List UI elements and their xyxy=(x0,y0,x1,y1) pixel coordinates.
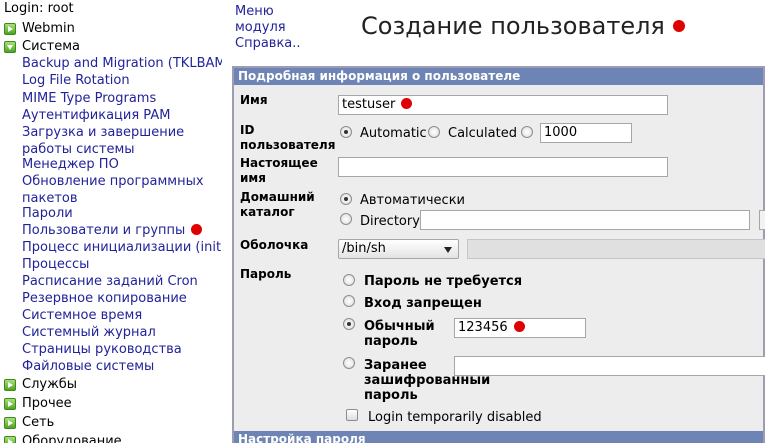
sidebar-item-backup[interactable]: Резервное копирование xyxy=(22,290,187,307)
home-directory-radio[interactable] xyxy=(340,213,352,225)
sidebar-item-processes[interactable]: Процессы xyxy=(22,256,89,273)
pw-normal-value: 123456 xyxy=(458,320,508,335)
shell-select-value: /bin/sh xyxy=(342,241,386,256)
section-header: Подробная информация о пользователе xyxy=(234,68,763,85)
module-menu-link[interactable]: Меню модуля xyxy=(235,4,301,36)
pw-normal-label: Обычный пароль xyxy=(364,319,435,349)
expand-icon[interactable] xyxy=(4,416,16,429)
uid-calculated-radio[interactable] xyxy=(428,126,440,138)
home-label: Домашний каталог xyxy=(240,190,315,219)
sidebar-item-users-groups[interactable]: Пользователи и группы xyxy=(22,222,203,239)
red-marker-icon xyxy=(191,224,203,235)
red-marker-icon xyxy=(513,321,525,332)
help-links: Меню модуля Справка.. xyxy=(235,4,301,52)
uid-calculated-label: Calculated xyxy=(448,126,517,141)
frame-divider[interactable] xyxy=(222,0,231,443)
sidebar-item-tklbam[interactable]: Backup and Migration (TKLBAM) xyxy=(22,55,222,72)
realname-input[interactable] xyxy=(338,157,668,177)
home-directory-input[interactable] xyxy=(420,210,750,230)
browse-button[interactable] xyxy=(759,210,765,230)
shell-select[interactable]: /bin/sh xyxy=(338,239,459,259)
uid-manual-radio[interactable] xyxy=(521,126,533,138)
category-label: Сеть xyxy=(22,415,55,430)
login-disabled-label: Login temporarily disabled xyxy=(368,410,542,425)
pw-encrypted-radio[interactable] xyxy=(343,357,355,369)
login-label: Login: root xyxy=(4,1,74,16)
username-input[interactable]: testuser xyxy=(338,95,668,115)
sidebar-item-passwords[interactable]: Пароли xyxy=(22,205,73,222)
password-label: Пароль xyxy=(240,267,292,281)
expand-icon[interactable] xyxy=(4,22,16,35)
pw-locked-label: Вход запрещен xyxy=(364,296,482,311)
pw-none-label: Пароль не требуется xyxy=(364,274,523,289)
collapse-icon[interactable] xyxy=(4,40,16,53)
sidebar-item-mime[interactable]: MIME Type Programs xyxy=(22,90,156,107)
sidebar-item-pam[interactable]: Аутентификация PAM xyxy=(22,107,170,124)
shell-other-input xyxy=(467,239,765,259)
uid-automatic-radio[interactable] xyxy=(340,126,352,138)
sidebar-item-man[interactable]: Страницы руководства xyxy=(22,341,182,358)
category-label: Webmin xyxy=(22,21,75,36)
shell-label: Оболочка xyxy=(240,238,309,252)
expand-icon[interactable] xyxy=(4,435,16,443)
category-label: Оборудование xyxy=(22,434,122,443)
uid-automatic-label: Automatic xyxy=(360,126,427,141)
category-net[interactable]: Сеть xyxy=(4,414,54,431)
category-label: Прочее xyxy=(22,396,72,411)
sidebar-item-updates[interactable]: Обновление программных пакетов xyxy=(22,173,222,207)
home-directory-label: Directory xyxy=(360,214,420,229)
red-marker-icon xyxy=(401,98,413,109)
sidebar-item-init[interactable]: Процесс инициализации (init) xyxy=(22,239,222,256)
help-link[interactable]: Справка.. xyxy=(235,36,301,52)
category-other[interactable]: Прочее xyxy=(4,395,72,412)
category-system[interactable]: Система xyxy=(4,38,80,55)
expand-icon[interactable] xyxy=(4,397,16,410)
section-header: Настройка пароля xyxy=(234,431,763,443)
sidebar-item-bootup[interactable]: Загрузка и завершение работы системы xyxy=(22,124,222,158)
red-marker-icon xyxy=(672,20,685,32)
sidebar-item-syslog[interactable]: Системный журнал xyxy=(22,324,156,341)
sidebar-item-log-rotation[interactable]: Log File Rotation xyxy=(22,72,130,89)
sidebar-item-label: Пользователи и группы xyxy=(22,223,186,238)
category-hardware[interactable]: Оборудование xyxy=(4,433,122,443)
pw-normal-input[interactable]: 123456 xyxy=(454,318,586,338)
category-label: Службы xyxy=(22,377,78,392)
page-title-text: Создание пользователя xyxy=(361,12,665,40)
link-text: модуля xyxy=(235,20,286,35)
login-disabled-checkbox[interactable] xyxy=(346,409,358,421)
sidebar-item-filesystems[interactable]: Файловые системы xyxy=(22,358,154,375)
uid-label: ID пользователя xyxy=(240,123,336,152)
pw-encrypted-input[interactable] xyxy=(454,356,765,376)
sidebar-item-time[interactable]: Системное время xyxy=(22,307,142,324)
sidebar-item-cron[interactable]: Расписание заданий Cron xyxy=(22,273,198,290)
category-label: Система xyxy=(22,39,81,54)
uid-input[interactable]: 1000 xyxy=(540,123,632,143)
username-label: Имя xyxy=(240,93,268,107)
page-title: Создание пользователя xyxy=(361,12,685,40)
content-frame: Меню модуля Справка.. Создание пользовате… xyxy=(231,0,765,443)
sidebar-item-software[interactable]: Менеджер ПО xyxy=(22,156,119,173)
left-nav-frame: Login: root Webmin Система Backup and Mi… xyxy=(0,0,222,443)
category-services[interactable]: Службы xyxy=(4,376,77,393)
home-auto-label: Автоматически xyxy=(360,193,466,208)
link-text: Меню xyxy=(235,4,274,19)
category-webmin[interactable]: Webmin xyxy=(4,20,75,37)
user-details-panel: Подробная информация о пользователе Имя … xyxy=(232,66,765,443)
chevron-down-icon xyxy=(444,247,452,253)
expand-icon[interactable] xyxy=(4,378,16,391)
username-value: testuser xyxy=(342,97,396,112)
pw-normal-radio[interactable] xyxy=(343,318,355,330)
pw-locked-radio[interactable] xyxy=(343,295,355,307)
realname-label: Настоящее имя xyxy=(240,156,318,185)
pw-none-radio[interactable] xyxy=(343,274,355,286)
home-auto-radio[interactable] xyxy=(340,193,352,205)
